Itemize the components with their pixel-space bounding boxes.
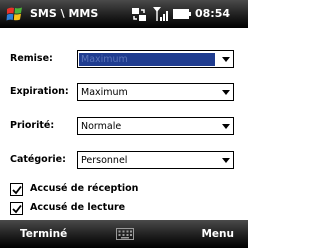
remise-dropdown[interactable]: Maximum bbox=[77, 50, 234, 68]
done-softkey[interactable]: Terminé bbox=[20, 227, 67, 241]
expiration-dropdown[interactable]: Maximum bbox=[77, 83, 234, 101]
remise-label: Remise: bbox=[10, 53, 53, 64]
checkmark-icon bbox=[12, 185, 22, 195]
connectivity-icon[interactable] bbox=[130, 7, 148, 22]
priorite-value: Normale bbox=[81, 121, 122, 132]
accuse-lecture-checkbox[interactable] bbox=[10, 202, 23, 215]
categorie-dropdown[interactable]: Personnel bbox=[77, 151, 234, 169]
expiration-value: Maximum bbox=[81, 87, 128, 98]
sms-options-form: Remise: Maximum Expiration: Maximum Prio… bbox=[0, 28, 248, 220]
expiration-label: Expiration: bbox=[10, 86, 69, 97]
chevron-down-icon bbox=[222, 57, 230, 62]
signal-strength-icon[interactable] bbox=[152, 6, 170, 22]
chevron-down-icon bbox=[222, 124, 230, 129]
windows-start-icon[interactable] bbox=[6, 6, 23, 22]
categorie-value: Personnel bbox=[81, 155, 128, 166]
accuse-lecture-label: Accusé de lecture bbox=[30, 202, 126, 213]
accuse-reception-label: Accusé de réception bbox=[30, 183, 139, 194]
checkmark-icon bbox=[12, 204, 22, 214]
menu-softkey[interactable]: Menu bbox=[201, 227, 234, 241]
keyboard-icon[interactable] bbox=[116, 228, 134, 240]
battery-icon[interactable] bbox=[173, 9, 191, 19]
categorie-label: Catégorie: bbox=[10, 154, 66, 165]
window-title: SMS \ MMS bbox=[30, 7, 99, 20]
title-bar: SMS \ MMS 08:54 bbox=[0, 0, 248, 28]
priorite-dropdown[interactable]: Normale bbox=[77, 117, 234, 135]
priorite-label: Priorité: bbox=[10, 120, 55, 131]
softkey-bar: Terminé Menu bbox=[0, 220, 248, 248]
chevron-down-icon bbox=[222, 90, 230, 95]
accuse-reception-checkbox[interactable] bbox=[10, 183, 23, 196]
remise-value: Maximum bbox=[79, 53, 215, 66]
clock[interactable]: 08:54 bbox=[195, 6, 230, 22]
chevron-down-icon bbox=[222, 158, 230, 163]
